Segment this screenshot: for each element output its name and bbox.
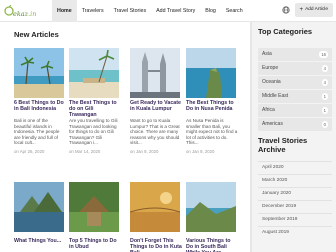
article-excerpt: Are you travelling to Gili Trawangan and… <box>69 118 118 146</box>
article-card[interactable]: Various Things to Do in South Bali While… <box>186 182 236 252</box>
category-count: 16 <box>319 50 328 58</box>
archive-item[interactable]: April 2020 <box>258 161 332 174</box>
article-image[interactable] <box>14 48 64 98</box>
archive-label: March 2020 <box>262 178 288 183</box>
category-item[interactable]: Oceania 4 <box>258 76 332 89</box>
category-item[interactable]: Africa 1 <box>258 104 332 117</box>
article-card[interactable]: Don't Forget This Things to Do in Kuta B… <box>130 182 182 252</box>
globe-icon[interactable] <box>281 5 291 15</box>
article-image[interactable] <box>130 48 180 98</box>
nav-right: + Add Article <box>281 3 333 17</box>
section-heading: New Articles <box>14 30 59 39</box>
article-date: on Apr 26, 2020 <box>14 149 45 154</box>
category-label: Middle East <box>262 93 289 99</box>
archive-item[interactable]: August 2019 <box>258 226 332 239</box>
article-title[interactable]: Don't Forget This Things to Do in Kuta B… <box>130 238 182 252</box>
article-card[interactable]: Top 5 Things to Do in Ubud <box>69 182 119 250</box>
plus-icon: + <box>299 7 304 13</box>
archive-label: December 2019 <box>262 204 297 209</box>
archive-item[interactable]: December 2019 <box>258 200 332 213</box>
article-card[interactable]: 6 Best Things to Do in Bali Indonesia Ba… <box>14 48 64 154</box>
article-excerpt: As Nusa Penida is smaller than Bali, you… <box>186 118 238 146</box>
main-menu: Home Travelers Travel Stories Add Travel… <box>52 0 248 22</box>
article-card[interactable]: What Things You... <box>14 182 64 244</box>
article-image[interactable] <box>69 48 119 98</box>
article-date: on Mar 14, 2020 <box>69 149 101 154</box>
archive-item[interactable]: September 2019 <box>258 213 332 226</box>
category-count: 1 <box>321 106 328 114</box>
categories-heading: Top Categories <box>258 27 313 36</box>
article-title[interactable]: The Best Things to Do in Nusa Penida <box>186 100 238 112</box>
archive-label: September 2019 <box>262 217 298 222</box>
article-image[interactable] <box>130 182 180 232</box>
article-image[interactable] <box>186 182 236 232</box>
category-item[interactable]: Asia 16 <box>258 48 332 61</box>
category-item[interactable]: Europe 4 <box>258 62 332 75</box>
sidebar: Top Categories Asia 16 Europe 4 Oceania … <box>252 22 336 252</box>
nav-travel-stories[interactable]: Travel Stories <box>109 0 151 22</box>
article-card[interactable]: The Best Things to Do in Nusa Penida As … <box>186 48 237 154</box>
nav-blog[interactable]: Blog <box>200 0 221 22</box>
archive-label: August 2019 <box>262 230 289 235</box>
category-label: Oceania <box>262 79 281 85</box>
article-card[interactable]: The Best Things to do on Gili Trawangan … <box>69 48 119 154</box>
add-article-label: Add Article <box>305 7 328 12</box>
article-excerpt: Bali is one of the beautiful islands in … <box>14 118 60 146</box>
archive-item[interactable]: March 2020 <box>258 174 332 187</box>
logo-text: ekaz.in <box>13 10 37 18</box>
article-title[interactable]: Various Things to Do in South Bali While… <box>186 238 238 252</box>
category-count: 0 <box>321 120 328 128</box>
article-title[interactable]: Get Ready to Vacate in Kuala Lumpur <box>130 100 182 112</box>
nav-add-travel-story[interactable]: Add Travel Story <box>151 0 200 22</box>
nav-home[interactable]: Home <box>52 0 77 22</box>
category-count: 4 <box>321 78 328 86</box>
article-title[interactable]: 6 Best Things to Do in Bali Indonesia <box>14 100 66 112</box>
article-card[interactable]: Get Ready to Vacate in Kuala Lumpur Want… <box>130 48 181 154</box>
nav-search[interactable]: Search <box>221 0 248 22</box>
site-logo[interactable]: ekaz.in <box>4 5 44 18</box>
archive-label: January 2020 <box>262 191 292 196</box>
article-image[interactable] <box>69 182 119 232</box>
article-title[interactable]: The Best Things to do on Gili Trawangan <box>69 100 121 118</box>
nav-travelers[interactable]: Travelers <box>77 0 109 22</box>
article-date: on Jan 8, 2020 <box>130 149 159 154</box>
archive-item[interactable]: January 2020 <box>258 187 332 200</box>
category-label: Africa <box>262 107 275 113</box>
category-label: Americas <box>262 121 283 127</box>
archive-heading: Travel Stories Archive <box>258 136 308 154</box>
article-date: on Jan 8, 2020 <box>186 149 215 154</box>
category-item[interactable]: Americas 0 <box>258 118 332 131</box>
category-item[interactable]: Middle East 1 <box>258 90 332 103</box>
top-navbar: ekaz.in Home Travelers Travel Stories Ad… <box>0 0 336 22</box>
category-label: Europe <box>262 65 279 71</box>
category-count: 4 <box>321 64 328 72</box>
article-image[interactable] <box>186 48 236 98</box>
article-title[interactable]: What Things You... <box>14 238 66 244</box>
article-excerpt: Want to go to Kuala Lumpur? That is a Gr… <box>130 118 180 146</box>
article-image[interactable] <box>14 182 64 232</box>
add-article-button[interactable]: + Add Article <box>294 3 333 17</box>
category-label: Asia <box>262 51 272 57</box>
archive-label: April 2020 <box>262 165 284 170</box>
article-title[interactable]: Top 5 Things to Do in Ubud <box>69 238 121 250</box>
category-count: 1 <box>321 92 328 100</box>
